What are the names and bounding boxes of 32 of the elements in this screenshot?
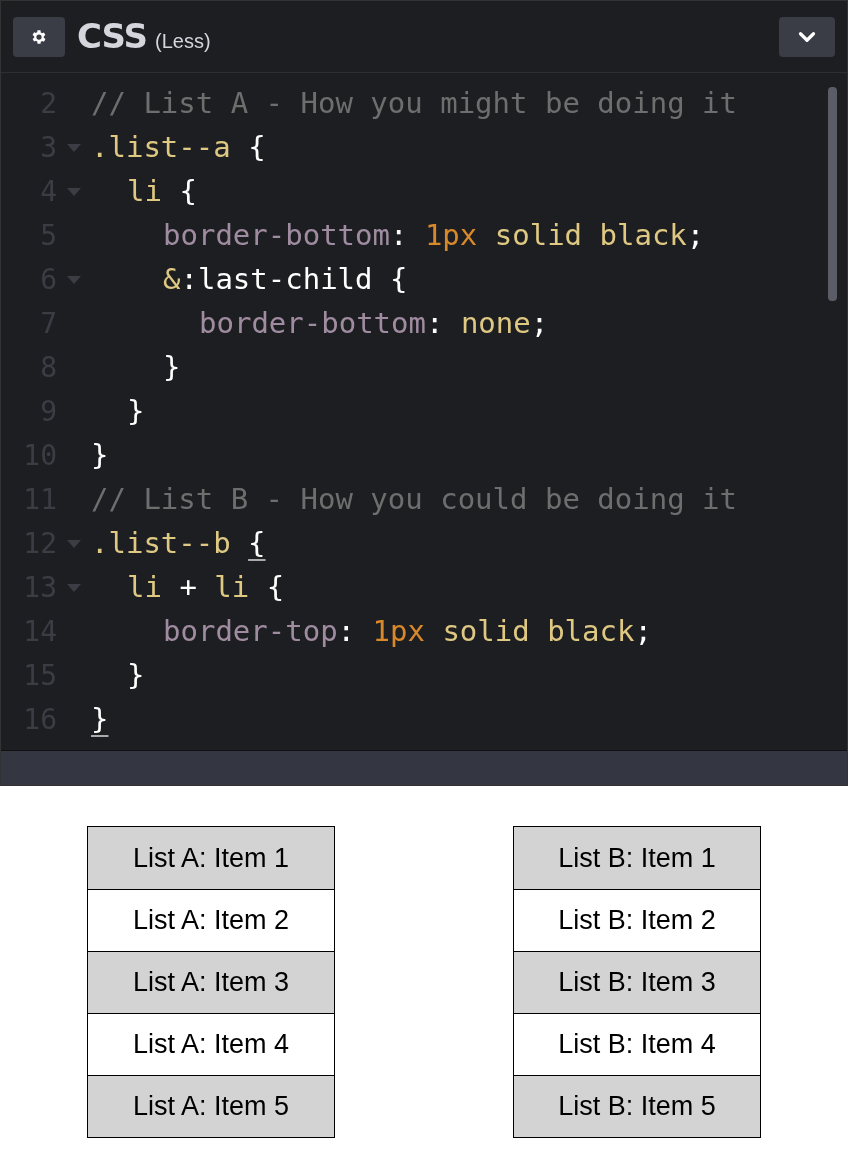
fold-arrow-icon[interactable]: [67, 188, 81, 196]
fold-arrow-icon[interactable]: [67, 540, 81, 548]
code-line: li {: [127, 173, 197, 211]
code-line: // List B - How you could be doing it: [91, 481, 737, 519]
code-line: .list--a {: [91, 129, 266, 167]
code-line: border-top: 1px solid black;: [163, 613, 652, 651]
code-line: }: [91, 701, 109, 739]
code-line: }: [127, 393, 145, 431]
settings-button[interactable]: [13, 16, 65, 57]
code-line: border-bottom: 1px solid black;: [163, 217, 705, 255]
settings-icon: [30, 27, 48, 46]
list-item: List B: Item 5: [514, 1075, 760, 1137]
scrollbar-thumb[interactable]: [828, 87, 837, 301]
list-item: List A: Item 5: [88, 1075, 334, 1137]
fold-arrow-icon[interactable]: [67, 144, 81, 152]
editor-title: CSS: [77, 15, 148, 58]
code-line: li + li {: [127, 569, 285, 607]
code-line: .list--b {: [91, 525, 266, 563]
code-line: border-bottom: none;: [199, 305, 549, 343]
list-item: List A: Item 1: [88, 827, 334, 889]
fold-arrow-icon[interactable]: [67, 584, 81, 592]
dropdown-button[interactable]: [779, 16, 835, 57]
list-item: List B: Item 3: [514, 951, 760, 1013]
code-line: }: [127, 657, 145, 695]
code-line: // List A - How you might be doing it: [91, 85, 737, 123]
editor-language: (Less): [155, 28, 211, 54]
code-line: &:last-child {: [163, 261, 408, 299]
code-line: }: [91, 437, 109, 475]
list-item: List A: Item 3: [88, 951, 334, 1013]
code-line: }: [163, 349, 181, 387]
fold-arrow-icon[interactable]: [67, 276, 81, 284]
list-item: List B: Item 1: [514, 827, 760, 889]
